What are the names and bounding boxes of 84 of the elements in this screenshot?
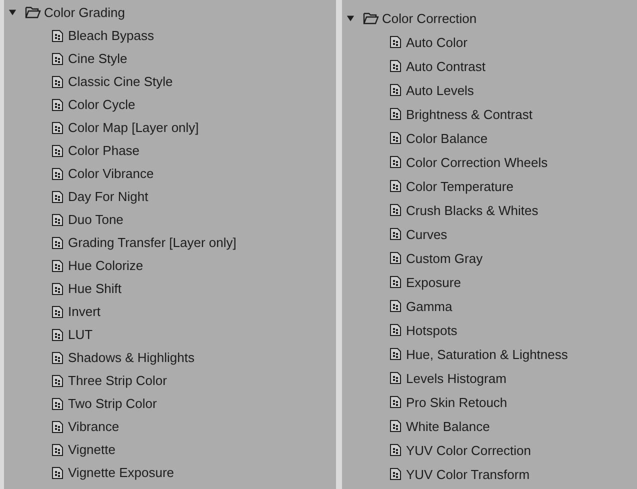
effect-file-icon — [390, 468, 401, 480]
effect-file-icon — [52, 190, 63, 202]
effect-item[interactable]: Custom Gray — [406, 250, 483, 266]
effect-file-icon — [52, 328, 63, 340]
effect-file-icon — [390, 300, 401, 312]
effect-file-icon — [390, 444, 401, 456]
effect-file-icon — [52, 282, 63, 294]
effect-file-icon — [390, 132, 401, 144]
effect-item[interactable]: Invert — [68, 304, 101, 319]
folder-icon — [25, 6, 41, 19]
effect-item[interactable]: Grading Transfer [Layer only] — [68, 235, 236, 250]
effect-file-icon — [390, 348, 401, 360]
effect-file-icon — [52, 144, 63, 156]
effect-item[interactable]: Vignette — [68, 442, 116, 457]
folder-label[interactable]: Color Grading — [44, 5, 125, 20]
effect-file-icon — [52, 30, 63, 42]
effect-file-icon — [52, 466, 63, 478]
effect-file-icon — [52, 214, 63, 226]
effect-item[interactable]: YUV Color Correction — [406, 442, 531, 458]
effect-file-icon — [390, 372, 401, 384]
effect-item[interactable]: Three Strip Color — [68, 373, 167, 388]
effect-item[interactable]: Color Map [Layer only] — [68, 120, 199, 135]
effect-item[interactable]: Color Correction Wheels — [406, 154, 548, 170]
effect-file-icon — [52, 122, 63, 134]
effect-item[interactable]: Duo Tone — [68, 212, 124, 227]
effect-file-icon — [390, 60, 401, 72]
effect-file-icon — [52, 420, 63, 432]
effect-file-icon — [52, 444, 63, 456]
expanded-arrow-icon[interactable] — [346, 14, 355, 22]
folder-icon — [363, 12, 379, 24]
effect-item[interactable]: Crush Blacks & Whites — [406, 202, 538, 218]
effect-item[interactable]: Brightness & Contrast — [406, 106, 532, 122]
effect-file-icon — [52, 306, 63, 318]
effect-file-icon — [390, 156, 401, 168]
effect-item[interactable]: Two Strip Color — [68, 396, 157, 411]
effect-file-icon — [52, 398, 63, 410]
effect-file-icon — [390, 180, 401, 192]
effect-file-icon — [52, 260, 63, 272]
effect-item[interactable]: Color Balance — [406, 130, 488, 146]
effect-item[interactable]: Gamma — [406, 298, 452, 314]
effect-item[interactable]: Bleach Bypass — [68, 28, 154, 43]
effect-file-icon — [52, 52, 63, 64]
effect-file-icon — [52, 98, 63, 110]
effect-item[interactable]: Exposure — [406, 274, 461, 290]
effect-file-icon — [390, 324, 401, 336]
effect-item[interactable]: Auto Levels — [406, 82, 474, 98]
effect-item[interactable]: Curves — [406, 226, 448, 242]
effect-item[interactable]: Pro Skin Retouch — [406, 394, 508, 410]
effect-file-icon — [390, 108, 401, 120]
effect-file-icon — [390, 228, 401, 240]
effect-file-icon — [52, 374, 63, 386]
effect-file-icon — [52, 168, 63, 180]
effect-file-icon — [390, 84, 401, 96]
effect-file-icon — [390, 252, 401, 264]
effect-item[interactable]: Levels Histogram — [406, 370, 506, 386]
effect-item[interactable]: YUV Color Transform — [406, 466, 530, 482]
effect-item[interactable]: Vignette Exposure — [68, 465, 174, 480]
effect-item[interactable]: Hue, Saturation & Lightness — [406, 346, 568, 362]
effect-item[interactable]: Auto Contrast — [406, 58, 486, 74]
effect-item[interactable]: Classic Cine Style — [68, 74, 173, 89]
effect-file-icon — [390, 36, 401, 48]
effect-file-icon — [390, 204, 401, 216]
effect-item[interactable]: Color Vibrance — [68, 166, 154, 181]
effect-item[interactable]: Color Temperature — [406, 178, 514, 194]
effect-item[interactable]: Auto Color — [406, 34, 468, 50]
effect-file-icon — [390, 276, 401, 288]
effect-file-icon — [52, 76, 63, 88]
effect-file-icon — [52, 236, 63, 248]
effect-item[interactable]: Vibrance — [68, 419, 120, 434]
effect-item[interactable]: Hotspots — [406, 322, 458, 338]
effect-file-icon — [52, 352, 63, 364]
effect-item[interactable]: Color Phase — [68, 143, 140, 158]
expanded-arrow-icon[interactable] — [8, 8, 17, 17]
effect-item[interactable]: Hue Colorize — [68, 258, 144, 273]
folder-label[interactable]: Color Correction — [382, 10, 477, 26]
effect-item[interactable]: Shadows & Highlights — [68, 350, 194, 365]
effect-item[interactable]: LUT — [68, 327, 93, 342]
effect-item[interactable]: White Balance — [406, 418, 490, 434]
effect-file-icon — [390, 396, 401, 408]
effect-item[interactable]: Color Cycle — [68, 97, 136, 112]
effect-file-icon — [390, 420, 401, 432]
effect-item[interactable]: Cine Style — [68, 51, 128, 66]
effect-item[interactable]: Day For Night — [68, 189, 148, 204]
effect-item[interactable]: Hue Shift — [68, 281, 122, 296]
